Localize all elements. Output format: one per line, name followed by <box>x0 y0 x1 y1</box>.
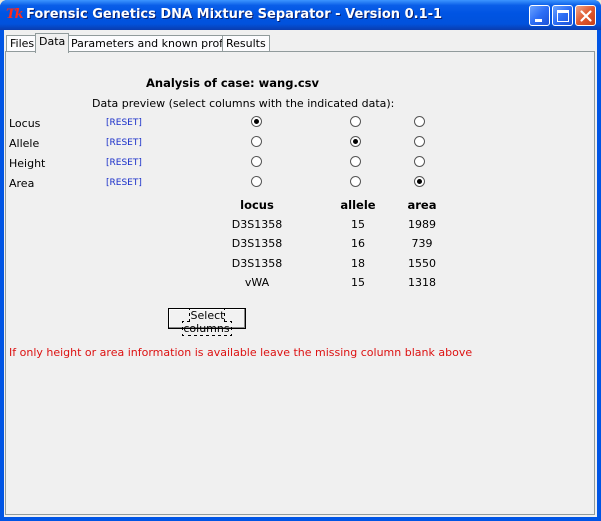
window-title: Forensic Genetics DNA Mixture Separator … <box>26 7 443 22</box>
table-cell: vWA <box>244 276 270 289</box>
close-button[interactable] <box>575 5 596 26</box>
radio-allele-col2[interactable] <box>350 136 361 147</box>
data-tab-panel: Analysis of case: wang.csv Data preview … <box>5 51 595 515</box>
column-header-allele: allele <box>340 198 376 212</box>
table-cell: 15 <box>351 276 365 289</box>
radio-allele-col1[interactable] <box>251 136 262 147</box>
row-label-height: Height <box>9 157 46 170</box>
reset-allele-link[interactable]: [RESET] <box>106 138 142 148</box>
radio-height-col2[interactable] <box>350 156 361 167</box>
radio-height-col3[interactable] <box>414 156 425 167</box>
tab-results[interactable]: Results <box>222 35 270 52</box>
column-header-area: area <box>407 198 437 212</box>
radio-locus-col1[interactable] <box>251 116 262 127</box>
table-cell: 1550 <box>408 257 436 270</box>
maximize-button[interactable] <box>552 5 573 26</box>
radio-locus-col2[interactable] <box>350 116 361 127</box>
table-cell: D3S1358 <box>231 257 283 270</box>
column-header-locus: locus <box>240 198 274 212</box>
minimize-icon <box>535 19 542 22</box>
table-cell: 1989 <box>408 218 436 231</box>
tab-data[interactable]: Data <box>35 33 70 53</box>
missing-column-warning: If only height or area information is av… <box>9 346 473 359</box>
table-cell: 1318 <box>408 276 436 289</box>
table-cell: 18 <box>351 257 365 270</box>
table-cell: 15 <box>351 218 365 231</box>
table-cell: 739 <box>411 237 433 250</box>
row-label-area: Area <box>9 177 35 190</box>
table-cell: 16 <box>351 237 365 250</box>
radio-allele-col3[interactable] <box>414 136 425 147</box>
table-cell: D3S1358 <box>231 218 283 231</box>
window-client: Files Data Parameters and known profiles… <box>4 30 597 517</box>
close-icon <box>580 10 592 22</box>
minimize-button[interactable] <box>529 5 550 26</box>
table-cell: D3S1358 <box>231 237 283 250</box>
radio-area-col1[interactable] <box>251 176 262 187</box>
reset-area-link[interactable]: [RESET] <box>106 178 142 188</box>
select-columns-label: Select columns <box>182 308 232 336</box>
case-title: Analysis of case: wang.csv <box>146 76 319 90</box>
radio-area-col2[interactable] <box>350 176 361 187</box>
app-window: Tk Forensic Genetics DNA Mixture Separat… <box>0 0 601 521</box>
tk-feather-icon: Tk <box>6 7 24 22</box>
radio-area-col3[interactable] <box>414 176 425 187</box>
title-bar[interactable]: Tk Forensic Genetics DNA Mixture Separat… <box>0 0 601 30</box>
radio-height-col1[interactable] <box>251 156 262 167</box>
select-columns-button[interactable]: Select columns <box>168 308 246 336</box>
tab-parameters[interactable]: Parameters and known profiles <box>67 35 246 52</box>
maximize-icon <box>557 10 569 22</box>
reset-height-link[interactable]: [RESET] <box>106 158 142 168</box>
preview-label: Data preview (select columns with the in… <box>92 97 395 110</box>
reset-locus-link[interactable]: [RESET] <box>106 118 142 128</box>
row-label-allele: Allele <box>9 137 40 150</box>
radio-locus-col3[interactable] <box>414 116 425 127</box>
row-label-locus: Locus <box>9 117 41 130</box>
tab-files[interactable]: Files <box>6 35 39 52</box>
